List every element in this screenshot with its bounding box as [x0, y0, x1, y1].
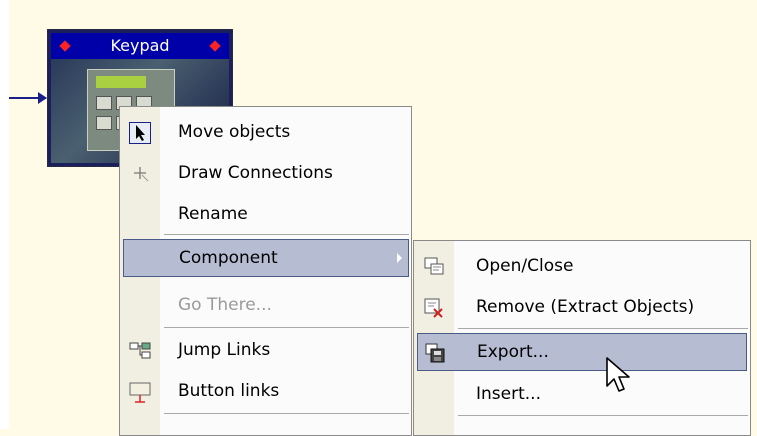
menu-item-draw-connections[interactable]: Draw Connections — [120, 154, 411, 192]
canvas-left-edge — [0, 0, 9, 429]
menu-item-jump-links[interactable]: Jump Links — [120, 331, 411, 369]
left-port-diamond-icon — [59, 40, 71, 52]
node-header: Keypad — [51, 33, 229, 59]
menu-separator — [164, 327, 409, 328]
submenu-item-label: Insert... — [476, 384, 541, 404]
menu-separator — [164, 234, 409, 235]
menu-separator — [164, 413, 409, 414]
menu-item-label: Draw Connections — [178, 163, 333, 183]
submenu-separator — [458, 415, 748, 416]
keypad-key — [96, 96, 112, 110]
submenu-arrow-icon — [397, 253, 402, 263]
menu-item-label: Go There... — [178, 295, 272, 315]
context-menu: Move objects Draw Connections Rename Com… — [119, 106, 412, 436]
menu-item-button-links[interactable]: Button links — [120, 372, 411, 410]
open-close-icon — [423, 256, 445, 278]
submenu-item-label: Remove (Extract Objects) — [476, 297, 695, 317]
keypad-key — [96, 116, 112, 130]
submenu-item-insert[interactable]: Insert... — [414, 375, 750, 413]
menu-item-label: Component — [179, 248, 278, 268]
submenu-separator — [458, 328, 748, 329]
crosshair-icon — [129, 163, 151, 185]
submenu-item-remove-extract[interactable]: Remove (Extract Objects) — [414, 288, 750, 326]
menu-item-label: Jump Links — [178, 340, 271, 360]
menu-item-move-objects[interactable]: Move objects — [120, 113, 411, 151]
arrow-pointer-icon — [129, 122, 151, 144]
component-submenu: Open/Close Remove (Extract Objects) Expo… — [413, 240, 751, 436]
connection-arrow-icon — [38, 92, 47, 104]
menu-item-rename[interactable]: Rename — [120, 195, 411, 233]
export-icon — [424, 342, 446, 364]
menu-item-label: Rename — [178, 204, 248, 224]
menu-item-label: Button links — [178, 381, 280, 401]
remove-extract-icon — [423, 297, 445, 319]
menu-item-go-there: Go There... — [120, 286, 411, 324]
submenu-item-open-close[interactable]: Open/Close — [414, 247, 750, 285]
submenu-item-export[interactable]: Export... — [417, 333, 747, 371]
jump-links-icon — [129, 340, 151, 362]
menu-item-component[interactable]: Component — [123, 239, 409, 277]
keypad-screen — [96, 76, 146, 88]
button-links-icon — [129, 381, 151, 403]
mouse-pointer-icon — [606, 357, 630, 392]
node-title: Keypad — [110, 36, 170, 55]
submenu-item-label: Open/Close — [476, 256, 574, 276]
menu-item-label: Move objects — [178, 122, 291, 142]
right-port-diamond-icon — [209, 40, 221, 52]
submenu-item-label: Export... — [477, 342, 549, 362]
